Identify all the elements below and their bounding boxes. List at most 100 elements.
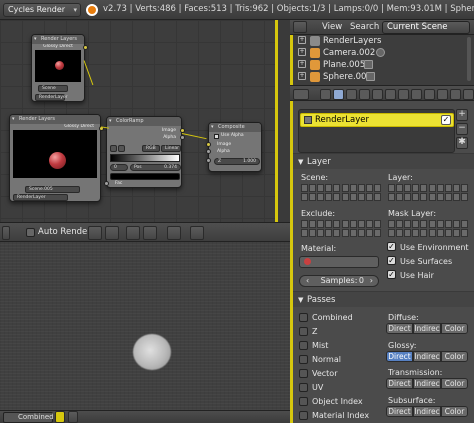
subsurface-direct-toggle[interactable]: Direct [386,406,413,417]
alpha-output-socket[interactable] [180,135,185,140]
mask-layers-grid[interactable] [429,220,468,238]
add-layer-button[interactable]: + [456,109,468,121]
texture-tab-icon[interactable] [437,89,448,100]
z-input-socket[interactable] [206,158,211,163]
image-icon[interactable] [190,226,204,240]
combined-pass-checkbox[interactable] [299,313,308,322]
image-slot-icon[interactable] [55,411,65,423]
render-result-view[interactable] [0,242,290,410]
render-engine-dropdown[interactable]: Cycles Render ▾ [3,3,81,17]
view-icon[interactable] [68,411,78,423]
outliner-item-sphere[interactable]: + Sphere.001 [296,71,466,83]
passes-panel-header[interactable]: ▼ Passes [293,291,474,307]
transmission-indirect-toggle[interactable]: Indirec [413,378,441,389]
render-layer-list[interactable]: RenderLayer ✓ [298,109,455,153]
pin-icon[interactable] [88,226,102,240]
properties-editor[interactable]: RenderLayer ✓ + − ✱ ▼ Layer Scene: Layer… [290,101,474,423]
add-stop-button[interactable] [110,145,117,152]
interpolation-select[interactable]: Linear [161,145,181,152]
layer-options-icon[interactable]: ✱ [456,137,468,149]
constraints-tab-icon[interactable] [385,89,396,100]
composite-node[interactable]: ▾ Composite Use Alpha Image Alpha Z 1.000 [206,122,262,172]
diffuse-direct-toggle[interactable]: Direct [386,323,413,334]
render-layers-node-small[interactable]: ▾ Render Layers Glossy Direct Scene Rende… [31,34,88,102]
render-layers-grid[interactable] [388,184,427,202]
outliner[interactable]: + RenderLayers + Camera.002 + Plane.005 … [290,35,474,85]
expand-icon[interactable]: + [298,72,306,80]
output-socket[interactable] [83,45,88,50]
scene-field[interactable]: Scene.005 [25,186,80,193]
object-index-pass-checkbox[interactable] [299,397,308,406]
pass-select-dropdown[interactable]: Combined [3,412,54,423]
outliner-item-camera[interactable]: + Camera.002 [296,47,466,59]
exclude-layers-grid[interactable] [342,220,381,238]
use-hair-checkbox[interactable]: ✓ [387,270,396,279]
normal-pass-checkbox[interactable] [299,355,308,364]
z-pass-checkbox[interactable] [299,327,308,336]
render-layers-grid[interactable] [429,184,468,202]
node-header[interactable]: ▾ Render Layers [32,35,84,44]
mesh-data-icon[interactable] [366,72,375,81]
subsurface-color-toggle[interactable]: Color [441,406,468,417]
material-tab-icon[interactable] [424,89,435,100]
node-header[interactable]: ▾ Render Layers [10,115,100,124]
color-mode-select[interactable]: RGB [142,145,160,152]
fac-input-socket[interactable] [104,181,109,186]
object-tab-icon[interactable] [372,89,383,100]
mist-pass-checkbox[interactable] [299,341,308,350]
stop-position-field[interactable]: Pos 0.374 [130,164,181,171]
render-layer-row[interactable]: RenderLayer ✓ [300,113,454,127]
remove-stop-button[interactable] [118,145,125,152]
collapse-arrow-icon[interactable]: ▾ [211,123,214,132]
particles-tab-icon[interactable] [450,89,461,100]
use-surfaces-checkbox[interactable]: ✓ [387,256,396,265]
material-index-pass-checkbox[interactable] [299,411,308,420]
channels-icon[interactable] [105,226,119,240]
layer-panel-header[interactable]: ▼ Layer [293,153,474,169]
outliner-item-renderlayers[interactable]: + RenderLayers [296,35,466,47]
search-menu[interactable]: Search [350,22,379,32]
stop-color-swatch[interactable] [110,173,180,180]
camera-data-icon[interactable] [376,48,385,57]
uv-pass-checkbox[interactable] [299,383,308,392]
scene-layers-grid[interactable] [342,184,381,202]
use-alpha-checkbox[interactable] [214,134,219,139]
auto-render-checkbox[interactable] [26,228,35,237]
sample-icon[interactable] [143,226,157,240]
node-header[interactable]: ▾ ColorRamp [107,117,181,126]
diffuse-color-toggle[interactable]: Color [441,323,468,334]
exclude-layers-grid[interactable] [301,220,340,238]
display-mode-select[interactable]: Current Scene [382,21,470,34]
mesh-data-icon[interactable] [364,60,373,69]
render-layers-tab-icon[interactable] [333,89,344,100]
chevron-left-icon[interactable]: ‹ [306,276,309,286]
render-tab-icon[interactable] [320,89,331,100]
z-field[interactable]: Z 1.000 [214,158,260,165]
vector-pass-checkbox[interactable] [299,369,308,378]
colorramp-node[interactable]: ▾ ColorRamp Image Alpha RGB Linear 0 Pos … [104,116,185,188]
alpha-input-socket[interactable] [206,149,211,154]
node-editor[interactable]: ▾ Render Layers Glossy Direct Scene Rende… [0,20,278,222]
editor-type-icon[interactable] [2,226,10,240]
stop-index-field[interactable]: 0 [110,164,128,171]
scene-field[interactable]: Scene [38,85,68,92]
backdrop-icon[interactable] [167,226,181,240]
chevron-right-icon[interactable]: › [370,276,373,286]
editor-type-icon[interactable] [293,89,309,100]
scene-layers-grid[interactable] [301,184,340,202]
layer-field[interactable]: RenderLayer [35,94,68,101]
expand-icon[interactable]: + [298,60,306,68]
expand-icon[interactable]: + [298,36,306,44]
image-input-socket[interactable] [206,142,211,147]
data-tab-icon[interactable] [411,89,422,100]
glossy-direct-toggle[interactable]: Direct [386,351,413,362]
transmission-color-toggle[interactable]: Color [441,378,468,389]
snap-icon[interactable] [126,226,140,240]
outliner-item-plane[interactable]: + Plane.005 [296,59,466,71]
collapse-arrow-icon[interactable]: ▾ [12,115,15,124]
editor-type-icon[interactable] [293,21,307,33]
color-ramp-gradient[interactable] [110,154,180,162]
remove-layer-button[interactable]: − [456,123,468,135]
render-layer-enable-checkbox[interactable]: ✓ [441,115,451,125]
mask-layers-grid[interactable] [388,220,427,238]
